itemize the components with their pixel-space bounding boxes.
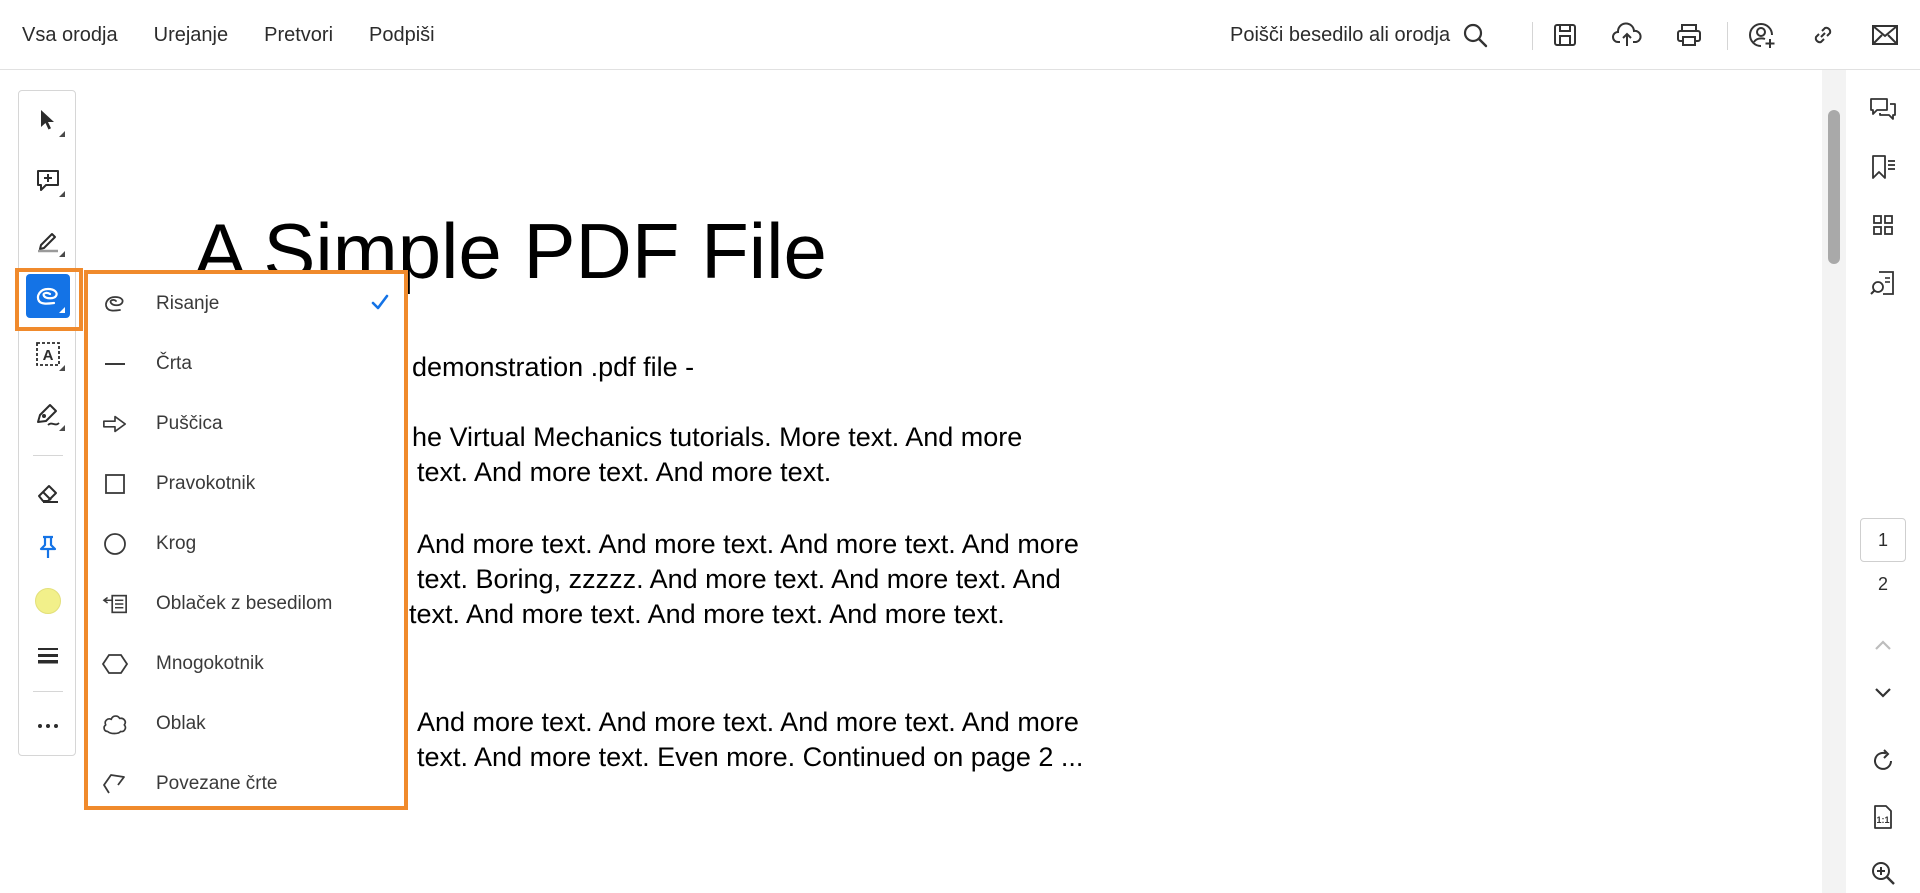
document-line: And more text. And more text. And more t… bbox=[417, 707, 1079, 737]
polyline-icon bbox=[102, 772, 128, 796]
actual-size-icon[interactable]: 1:1 bbox=[1866, 800, 1900, 834]
menu-item-label: Mnogokotnik bbox=[156, 653, 264, 674]
cloud-icon bbox=[102, 712, 128, 736]
print-icon[interactable] bbox=[1672, 18, 1706, 52]
menu-item-polyline[interactable]: Povezane črte bbox=[88, 754, 404, 814]
polygon-icon bbox=[102, 652, 128, 676]
document-line: he Virtual Mechanics tutorials. More tex… bbox=[412, 422, 1023, 452]
thumbnails-panel-icon[interactable] bbox=[1866, 208, 1900, 242]
menu-item-cloud[interactable]: Oblak bbox=[88, 694, 404, 754]
line-weight-icon[interactable] bbox=[26, 633, 70, 677]
toolbar-divider bbox=[1532, 22, 1533, 50]
menu-item-label: Pravokotnik bbox=[156, 473, 256, 494]
menu-item-circle[interactable]: Krog bbox=[88, 514, 404, 574]
share-user-icon[interactable] bbox=[1744, 18, 1778, 52]
save-icon[interactable] bbox=[1548, 18, 1582, 52]
toolbar-divider bbox=[1727, 22, 1728, 50]
add-comment-icon[interactable] bbox=[26, 158, 70, 202]
nav-edit[interactable]: Urejanje bbox=[154, 24, 228, 47]
text-callout-icon bbox=[102, 592, 128, 616]
checkmark-icon bbox=[370, 292, 390, 312]
document-line: text. Boring, zzzzz. And more text. And … bbox=[417, 564, 1061, 594]
page-down-icon[interactable] bbox=[1866, 676, 1900, 710]
rectangle-icon bbox=[102, 472, 128, 496]
menu-item-polygon[interactable]: Mnogokotnik bbox=[88, 634, 404, 694]
bookmarks-panel-icon[interactable] bbox=[1866, 150, 1900, 184]
document-line: text. And more text. And more text. And … bbox=[409, 599, 1005, 629]
document-line: And more text. And more text. And more t… bbox=[417, 529, 1079, 559]
menu-item-label: Oblak bbox=[156, 713, 206, 734]
menu-item-text-callout[interactable]: Oblaček z besedilom bbox=[88, 574, 404, 634]
page-up-icon[interactable] bbox=[1866, 628, 1900, 662]
menu-item-label: Oblaček z besedilom bbox=[156, 593, 333, 614]
menu-item-label: Puščica bbox=[156, 413, 223, 434]
color-swatch-icon[interactable] bbox=[26, 579, 70, 623]
menu-item-label: Risanje bbox=[156, 293, 220, 314]
svg-text:1:1: 1:1 bbox=[1876, 815, 1889, 825]
arrow-icon bbox=[102, 412, 128, 436]
link-icon[interactable] bbox=[1806, 18, 1840, 52]
menu-item-label: Povezane črte bbox=[156, 773, 278, 794]
current-page-number[interactable]: 1 bbox=[1860, 518, 1906, 562]
draw-tools-menu: Risanje Črta Puščica Pravokotnik Krog Ob… bbox=[84, 270, 408, 810]
vertical-scrollbar[interactable] bbox=[1822, 70, 1846, 893]
menu-item-label: Črta bbox=[156, 353, 192, 374]
top-toolbar: Vsa orodja Urejanje Pretvori Podpiši Poi… bbox=[0, 0, 1920, 70]
rail-divider bbox=[33, 455, 63, 456]
menu-item-rectangle[interactable]: Pravokotnik bbox=[88, 454, 404, 514]
zoom-in-icon[interactable] bbox=[1866, 856, 1900, 890]
main-nav: Vsa orodja Urejanje Pretvori Podpiši bbox=[22, 0, 435, 70]
eraser-icon[interactable] bbox=[26, 470, 70, 514]
nav-sign[interactable]: Podpiši bbox=[369, 24, 435, 47]
search-tools[interactable]: Poišči besedilo ali orodja bbox=[1230, 18, 1488, 52]
document-line: demonstration .pdf file - bbox=[412, 352, 695, 382]
more-icon[interactable] bbox=[26, 704, 70, 748]
freehand-icon bbox=[102, 292, 128, 316]
pin-icon[interactable] bbox=[26, 525, 70, 569]
menu-item-freehand[interactable]: Risanje bbox=[88, 274, 404, 334]
draw-tools-icon[interactable] bbox=[26, 392, 70, 436]
highlight-pen-icon[interactable] bbox=[26, 218, 70, 262]
menu-item-arrow[interactable]: Puščica bbox=[88, 394, 404, 454]
search-document-icon[interactable] bbox=[1866, 266, 1900, 300]
svg-text:A: A bbox=[43, 347, 54, 364]
add-text-icon[interactable]: A bbox=[26, 332, 70, 376]
nav-convert[interactable]: Pretvori bbox=[264, 24, 333, 47]
comments-panel-icon[interactable] bbox=[1866, 92, 1900, 126]
nav-all-tools[interactable]: Vsa orodja bbox=[22, 24, 118, 47]
email-icon[interactable] bbox=[1868, 18, 1902, 52]
menu-item-line[interactable]: Črta bbox=[88, 334, 404, 394]
document-line: text. And more text. And more text. bbox=[417, 457, 832, 487]
select-arrow-icon[interactable] bbox=[26, 98, 70, 142]
active-tool-highlight bbox=[15, 268, 83, 331]
rotate-icon[interactable] bbox=[1866, 744, 1900, 778]
annotation-tool-rail: A bbox=[18, 90, 76, 756]
search-label: Poišči besedilo ali orodja bbox=[1230, 23, 1451, 46]
search-icon bbox=[1462, 22, 1488, 48]
color-swatch bbox=[35, 588, 61, 614]
document-line: text. And more text. Even more. Continue… bbox=[417, 742, 1084, 772]
line-icon bbox=[102, 352, 128, 376]
scrollbar-thumb[interactable] bbox=[1828, 110, 1840, 264]
circle-icon bbox=[102, 532, 128, 556]
rail-divider bbox=[33, 691, 63, 692]
menu-item-label: Krog bbox=[156, 533, 197, 554]
next-page-number[interactable]: 2 bbox=[1860, 574, 1906, 595]
cloud-upload-icon[interactable] bbox=[1610, 18, 1644, 52]
